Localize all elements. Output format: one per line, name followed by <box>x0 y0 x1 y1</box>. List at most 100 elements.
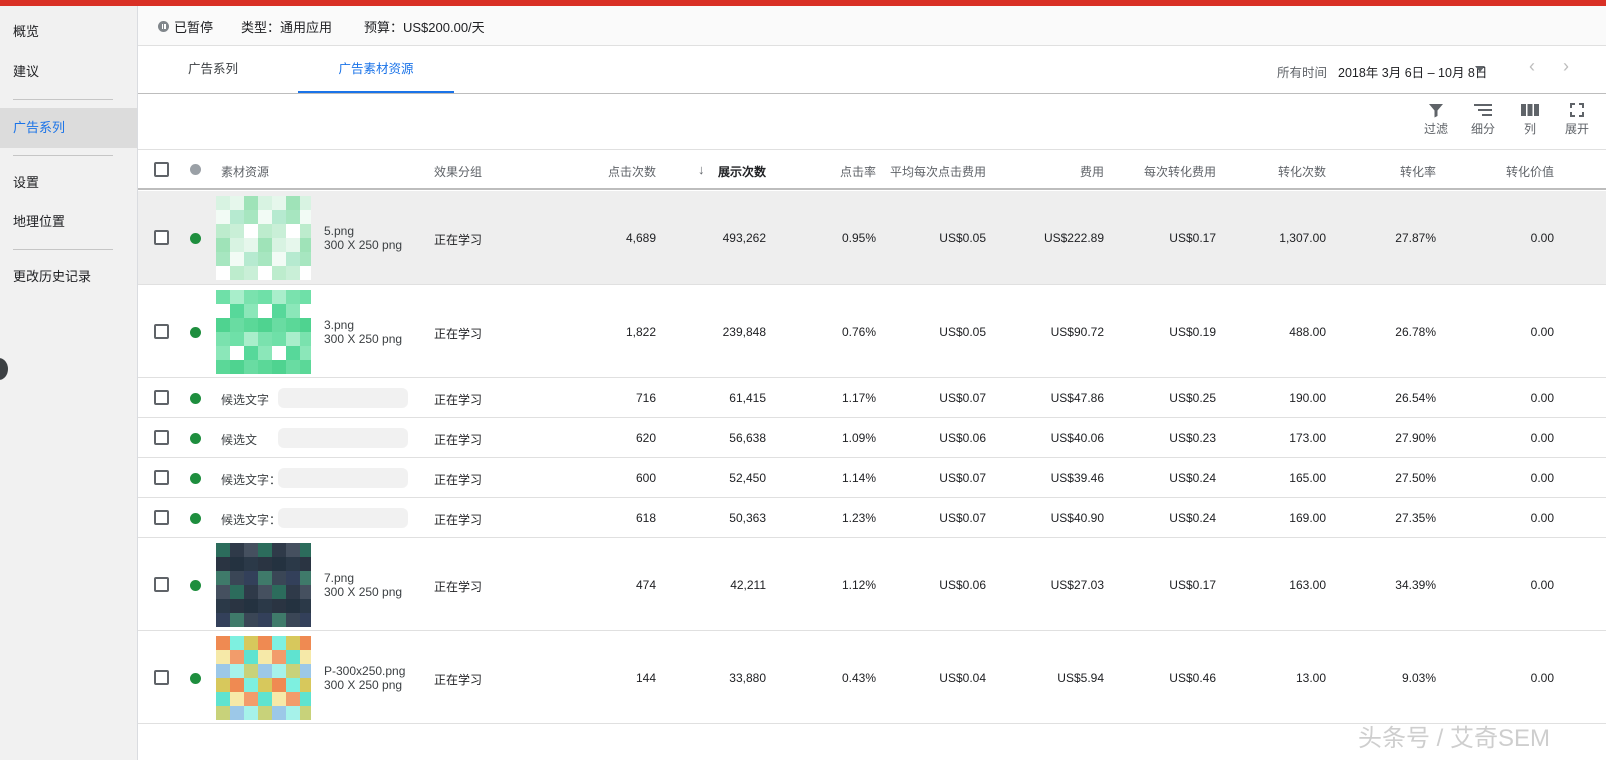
row-checkbox[interactable] <box>154 230 169 245</box>
asset-name[interactable]: P-300x250.png 300 X 250 png <box>324 664 405 692</box>
cell-cost-per-conv: US$0.46 <box>1169 670 1216 685</box>
cell-conversions: 13.00 <box>1295 670 1326 685</box>
cell-impressions: 61,415 <box>729 391 766 405</box>
cell-conv-rate: 27.50% <box>1395 471 1436 485</box>
cell-ctr: 1.23% <box>841 511 876 525</box>
cell-performance: 正在学习 <box>434 473 483 487</box>
row-checkbox[interactable] <box>154 470 169 485</box>
cell-cost: US$47.86 <box>1050 391 1104 405</box>
table-row[interactable]: 5.png 300 X 250 png 正在学习 4,689 493,262 0.95% U… <box>138 191 1606 285</box>
asset-thumbnail[interactable] <box>216 289 311 375</box>
asset-text[interactable]: 候选文字： <box>221 511 281 528</box>
cell-avg-cpc: US$0.07 <box>939 391 986 405</box>
columns-button[interactable]: 列 <box>1510 102 1550 137</box>
tab-campaigns[interactable]: 广告系列 <box>158 46 268 93</box>
cell-clicks: 716 <box>635 391 656 405</box>
cell-performance: 正在学习 <box>434 513 483 527</box>
cell-conversions: 190.00 <box>1289 391 1326 405</box>
cell-conversions: 488.00 <box>1289 324 1326 339</box>
sidebar-item-settings[interactable]: 设置 <box>0 163 137 203</box>
col-conv-value[interactable]: 转化价值 <box>1456 163 1554 180</box>
col-cost[interactable]: 费用 <box>1006 163 1104 180</box>
cell-avg-cpc: US$0.06 <box>939 431 986 445</box>
asset-name[interactable]: 7.png 300 X 250 png <box>324 571 402 599</box>
cell-cost: US$222.89 <box>1043 231 1104 245</box>
expand-button[interactable]: 展开 <box>1557 102 1597 137</box>
date-range-label: 所有时间 <box>1277 66 1328 80</box>
cell-avg-cpc: US$0.07 <box>939 511 986 525</box>
segment-button[interactable]: 细分 <box>1463 102 1503 137</box>
cell-cost: US$5.94 <box>1057 670 1104 685</box>
campaign-state: 已暂停 <box>174 20 214 35</box>
col-conv-rate[interactable]: 转化率 <box>1338 163 1436 180</box>
date-range-picker[interactable]: 2018年 3月 6日 – 10月 8日 <box>1338 62 1487 81</box>
table-row[interactable]: 候选文字： 正在学习 618 50,363 1.23% US$0.07 US$40.90 US… <box>138 498 1606 538</box>
cell-conv-value: 0.00 <box>1530 231 1554 245</box>
chevron-down-icon[interactable] <box>1475 66 1485 72</box>
status-enabled-icon <box>190 433 201 444</box>
asset-filename: 5.png <box>324 224 355 238</box>
chevron-left-icon[interactable]: ‹ <box>1529 56 1535 77</box>
status-enabled-icon <box>190 579 201 591</box>
col-cost-per-conv[interactable]: 每次转化费用 <box>1116 163 1216 180</box>
expand-label: 展开 <box>1564 122 1589 136</box>
filter-button[interactable]: 过滤 <box>1416 102 1456 137</box>
col-asset[interactable]: 素材资源 <box>221 163 269 180</box>
cell-cost-per-conv: US$0.19 <box>1169 324 1216 339</box>
row-checkbox[interactable] <box>154 576 169 592</box>
sidebar-item-change-history[interactable]: 更改历史记录 <box>0 257 137 297</box>
asset-text[interactable]: 候选文 <box>221 431 257 448</box>
col-avg-cpc[interactable]: 平均每次点击费用 <box>878 163 986 180</box>
cell-clicks: 600 <box>635 471 656 485</box>
table-row[interactable]: 3.png 300 X 250 png 正在学习 1,822 239,848 0.76% U… <box>138 285 1606 378</box>
segment-label: 细分 <box>1470 122 1495 136</box>
table-row[interactable]: 候选文字 正在学习 716 61,415 1.17% US$0.07 US$47.86 US$… <box>138 378 1606 418</box>
table-row[interactable]: 候选文 正在学习 620 56,638 1.09% US$0.06 US$40.06 US$0… <box>138 418 1606 458</box>
asset-name[interactable]: 5.png 300 X 250 png <box>324 224 402 252</box>
table-header: 素材资源 效果分组 点击次数 ↓ 展示次数 点击率 平均每次点击费用 费用 每次… <box>138 150 1606 190</box>
col-conversions[interactable]: 转化次数 <box>1228 163 1326 180</box>
sidebar-item-locations[interactable]: 地理位置 <box>0 202 137 242</box>
row-checkbox[interactable] <box>154 430 169 445</box>
row-checkbox[interactable] <box>154 669 169 685</box>
cell-avg-cpc: US$0.07 <box>939 471 986 485</box>
col-clicks[interactable]: 点击次数 <box>558 163 656 180</box>
cell-conversions: 1,307.00 <box>1279 231 1326 245</box>
asset-name[interactable]: 3.png 300 X 250 png <box>324 318 402 346</box>
asset-filename: 3.png <box>324 317 355 332</box>
col-impressions[interactable]: 展示次数 <box>668 163 766 180</box>
cell-conversions: 165.00 <box>1289 471 1326 485</box>
row-checkbox[interactable] <box>154 510 169 525</box>
columns-icon <box>1521 104 1539 116</box>
sidebar-item-campaigns[interactable]: 广告系列 <box>0 108 137 148</box>
sidebar-item-recommendations[interactable]: 建议 <box>0 52 137 92</box>
tabs-row: 广告系列 广告素材资源 所有时间 2018年 3月 6日 – 10月 8日 ‹ … <box>138 46 1606 94</box>
cell-ctr: 0.43% <box>841 670 876 685</box>
redacted-text <box>278 428 408 448</box>
asset-text[interactable]: 候选文字 <box>221 391 269 408</box>
row-checkbox[interactable] <box>154 390 169 405</box>
cell-conv-value: 0.00 <box>1530 391 1554 405</box>
sidebar-item-overview[interactable]: 概览 <box>0 12 137 52</box>
expand-icon <box>1570 103 1584 117</box>
select-all-checkbox[interactable] <box>154 162 169 177</box>
asset-dimensions: 300 X 250 png <box>324 584 403 599</box>
cell-clicks: 474 <box>635 577 656 592</box>
table-row[interactable]: P-300x250.png 300 X 250 png 正在学习 144 33,880 0… <box>138 631 1606 724</box>
asset-thumbnail[interactable] <box>216 542 311 628</box>
redacted-text <box>278 468 408 488</box>
table-row[interactable]: 7.png 300 X 250 png 正在学习 474 42,211 1.12% US$0… <box>138 538 1606 631</box>
chevron-right-icon[interactable]: › <box>1563 56 1569 77</box>
asset-thumbnail[interactable] <box>216 635 311 721</box>
col-performance[interactable]: 效果分组 <box>434 163 482 180</box>
cell-performance: 正在学习 <box>434 433 483 447</box>
col-ctr[interactable]: 点击率 <box>778 163 876 180</box>
cell-impressions: 52,450 <box>729 471 766 485</box>
row-checkbox[interactable] <box>154 323 169 339</box>
asset-text[interactable]: 候选文字： <box>221 471 281 488</box>
cell-conversions: 163.00 <box>1289 577 1326 592</box>
table-row[interactable]: 候选文字： 正在学习 600 52,450 1.14% US$0.07 US$39.46 US… <box>138 458 1606 498</box>
cell-clicks: 620 <box>635 431 656 445</box>
tab-assets[interactable]: 广告素材资源 <box>298 46 454 93</box>
asset-thumbnail[interactable] <box>216 196 311 281</box>
